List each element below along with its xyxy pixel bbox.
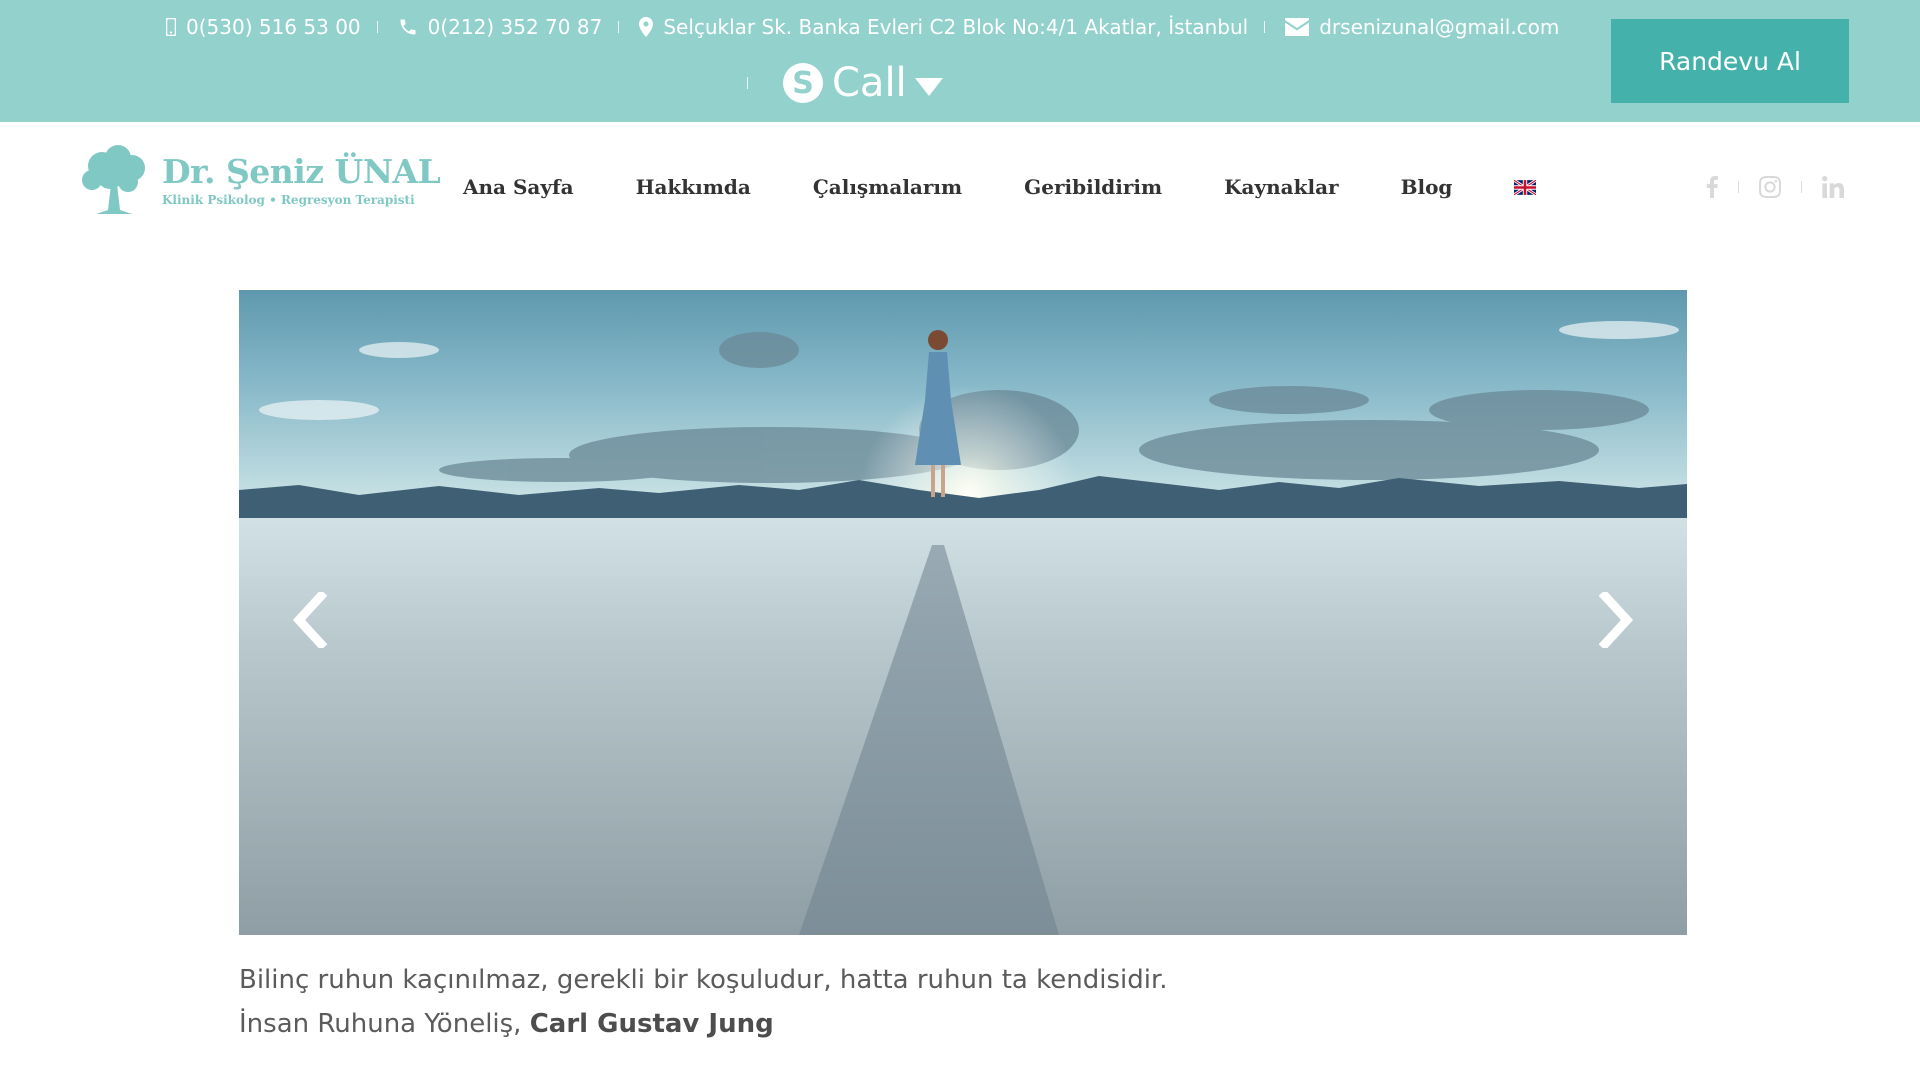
phone-icon — [400, 19, 416, 35]
contact-info-row: 0(530) 516 53 00 0(212) 352 70 87 Selçuk… — [166, 12, 1559, 42]
skype-call-row: S Call — [747, 58, 943, 108]
uk-flag-icon[interactable] — [1514, 179, 1537, 195]
separator — [618, 21, 620, 33]
social-links — [1706, 176, 1844, 198]
skype-icon: S — [783, 63, 823, 103]
quote-source-prefix: İnsan Ruhuna Yöneliş, — [239, 1009, 530, 1039]
mobile-phone-link[interactable]: 0(530) 516 53 00 — [166, 15, 361, 39]
quote-author: Carl Gustav Jung — [529, 1009, 774, 1039]
chevron-left-icon — [292, 592, 327, 648]
logo-text: Dr. Şeniz ÜNAL Klinik Psikolog • Regresy… — [162, 152, 441, 208]
nav-item-home[interactable]: Ana Sayfa — [463, 175, 574, 199]
chevron-right-icon — [1599, 592, 1634, 648]
separator — [747, 77, 748, 89]
landline-phone-number: 0(212) 352 70 87 — [427, 15, 603, 39]
quote-text: Bilinç ruhun kaçınılmaz, gerekli bir koş… — [239, 965, 1168, 995]
linkedin-icon[interactable] — [1822, 176, 1844, 198]
caret-down-icon — [914, 78, 943, 96]
carousel-prev-button[interactable] — [284, 585, 334, 655]
separator — [376, 21, 378, 33]
quote-source: İnsan Ruhuna Yöneliş, Carl Gustav Jung — [239, 1002, 1687, 1046]
mobile-phone-number: 0(530) 516 53 00 — [186, 15, 361, 39]
landline-phone-link[interactable]: 0(212) 352 70 87 — [398, 15, 603, 39]
nav-item-feedback[interactable]: Geribildirim — [1024, 175, 1162, 199]
email-address: drsenizunal@gmail.com — [1319, 15, 1560, 39]
svg-text:S: S — [792, 66, 814, 101]
nav-item-blog[interactable]: Blog — [1401, 175, 1453, 199]
email-link[interactable]: drsenizunal@gmail.com — [1285, 15, 1559, 39]
facebook-icon[interactable] — [1706, 176, 1718, 198]
nav-item-resources[interactable]: Kaynaklar — [1224, 175, 1338, 199]
hero-image-woman-on-salt-flat — [239, 321, 1687, 935]
mobile-phone-icon — [166, 18, 176, 36]
separator — [1801, 181, 1802, 193]
hero-quote: Bilinç ruhun kaçınılmaz, gerekli bir koş… — [239, 958, 1687, 1046]
nav-item-about[interactable]: Hakkımda — [636, 175, 751, 199]
logo-subtitle: Klinik Psikolog • Regresyon Terapisti — [162, 193, 415, 207]
nav-item-works[interactable]: Çalışmalarım — [813, 175, 962, 199]
appointment-button[interactable]: Randevu Al — [1611, 19, 1849, 103]
tree-logo-icon — [82, 145, 145, 214]
separator — [1738, 181, 1739, 193]
carousel-next-button[interactable] — [1592, 585, 1642, 655]
hero-carousel — [239, 290, 1687, 935]
skype-call-button[interactable]: S Call — [782, 60, 943, 106]
skype-call-label: Call — [832, 60, 907, 106]
address-link[interactable]: Selçuklar Sk. Banka Evleri C2 Blok No:4/… — [639, 15, 1248, 39]
separator — [1264, 21, 1266, 33]
instagram-icon[interactable] — [1759, 176, 1781, 198]
top-contact-bar: 0(530) 516 53 00 0(212) 352 70 87 Selçuk… — [0, 0, 1920, 122]
envelope-icon — [1285, 18, 1310, 36]
map-pin-icon — [639, 17, 654, 37]
logo-name: Dr. Şeniz ÜNAL — [162, 152, 441, 191]
site-logo[interactable]: Dr. Şeniz ÜNAL Klinik Psikolog • Regresy… — [80, 144, 441, 216]
main-header: Dr. Şeniz ÜNAL Klinik Psikolog • Regresy… — [0, 122, 1920, 252]
address-text: Selçuklar Sk. Banka Evleri C2 Blok No:4/… — [663, 15, 1249, 39]
main-navigation: Ana Sayfa Hakkımda Çalışmalarım Geribild… — [463, 172, 1537, 202]
